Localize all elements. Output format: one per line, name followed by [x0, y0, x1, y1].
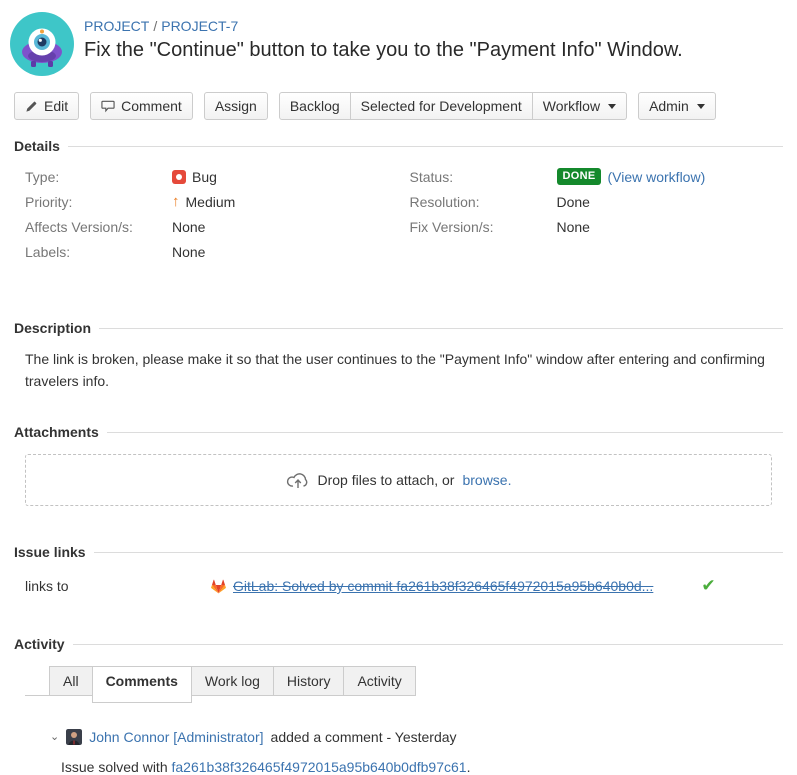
- breadcrumb-project-link[interactable]: PROJECT: [84, 18, 149, 34]
- gitlab-commit-link[interactable]: GitLab: Solved by commit fa261b38f326465…: [233, 578, 653, 594]
- affects-version-label: Affects Version/s:: [14, 219, 172, 235]
- status-label: Status:: [399, 169, 557, 185]
- details-left-column: Type: Bug Priority: ↑ Medium Affects Ver…: [14, 164, 399, 264]
- assign-button-label: Assign: [215, 98, 257, 114]
- comment-bubble-icon: [101, 100, 115, 113]
- edit-button-label: Edit: [44, 98, 68, 114]
- field-status: Status: DONE (View workflow): [399, 164, 784, 189]
- type-label: Type:: [14, 169, 172, 185]
- issue-links-heading: Issue links: [14, 544, 783, 560]
- tab-activity[interactable]: Activity: [343, 666, 415, 696]
- description-heading: Description: [14, 320, 783, 336]
- comment-header: ⌄ John Connor [Administrator] added a co…: [50, 729, 783, 745]
- attachments-section: Attachments Drop files to attach, or bro…: [14, 424, 783, 506]
- comment-button-label: Comment: [121, 98, 182, 114]
- issue-toolbar: Edit Comment Assign Backlog Selected for…: [0, 76, 797, 124]
- tab-history[interactable]: History: [273, 666, 345, 696]
- priority-label: Priority:: [14, 194, 172, 210]
- attachments-heading: Attachments: [14, 424, 783, 440]
- fix-version-value: None: [557, 219, 590, 235]
- priority-medium-icon: ↑: [172, 194, 180, 209]
- tab-lead-line: [25, 666, 50, 696]
- affects-version-value: None: [172, 219, 205, 235]
- comment-body: Issue solved with fa261b38f326465f497201…: [61, 759, 783, 775]
- gitlab-icon: [210, 578, 227, 594]
- pencil-icon: [25, 100, 38, 113]
- description-text: The link is broken, please make it so th…: [25, 348, 775, 392]
- browse-link[interactable]: browse.: [462, 472, 511, 488]
- issue-links-section: Issue links links to GitLab: Solved by c…: [14, 544, 783, 596]
- selected-for-development-label: Selected for Development: [361, 98, 522, 114]
- dropzone-text: Drop files to attach, or: [318, 472, 455, 488]
- activity-section: Activity All Comments Work log History A…: [14, 636, 783, 775]
- type-value: Bug: [192, 169, 217, 185]
- admin-dropdown-label: Admin: [649, 98, 689, 114]
- issue-header: PROJECT/PROJECT-7 Fix the "Continue" but…: [0, 0, 797, 76]
- labels-label: Labels:: [14, 244, 172, 260]
- attachment-dropzone[interactable]: Drop files to attach, or browse.: [25, 454, 772, 506]
- comment-button[interactable]: Comment: [90, 92, 193, 120]
- upload-cloud-icon: [286, 470, 310, 490]
- activity-heading: Activity: [14, 636, 783, 652]
- field-labels: Labels: None: [14, 239, 399, 264]
- comment-author-link[interactable]: John Connor [Administrator]: [89, 729, 263, 745]
- comment-text-suffix: .: [467, 759, 471, 775]
- field-fix-version: Fix Version/s: None: [399, 214, 784, 239]
- field-affects-version: Affects Version/s: None: [14, 214, 399, 239]
- tab-all[interactable]: All: [49, 666, 93, 696]
- comment-meta: added a comment - Yesterday: [271, 729, 457, 745]
- fix-version-label: Fix Version/s:: [399, 219, 557, 235]
- issue-link-row: links to GitLab: Solved by commit fa261b…: [25, 576, 783, 596]
- field-type: Type: Bug: [14, 164, 399, 189]
- page-title: Fix the "Continue" button to take you to…: [84, 39, 683, 62]
- backlog-button-label: Backlog: [290, 98, 340, 114]
- workflow-dropdown-label: Workflow: [543, 98, 600, 114]
- breadcrumb: PROJECT/PROJECT-7: [84, 18, 683, 34]
- resolution-label: Resolution:: [399, 194, 557, 210]
- priority-value: Medium: [186, 194, 236, 210]
- chevron-down-icon: [608, 104, 616, 109]
- activity-tabs: All Comments Work log History Activity: [25, 666, 783, 703]
- admin-dropdown-button[interactable]: Admin: [638, 92, 716, 120]
- details-right-column: Status: DONE (View workflow) Resolution:…: [399, 164, 784, 264]
- backlog-button[interactable]: Backlog: [279, 92, 351, 120]
- edit-button[interactable]: Edit: [14, 92, 79, 120]
- comment-text: Issue solved with: [61, 759, 168, 775]
- labels-value: None: [172, 244, 205, 260]
- assign-button[interactable]: Assign: [204, 92, 268, 120]
- view-workflow-link[interactable]: (View workflow): [607, 169, 705, 185]
- bug-icon: [172, 170, 186, 184]
- selected-for-development-button[interactable]: Selected for Development: [351, 92, 533, 120]
- breadcrumb-separator: /: [149, 18, 161, 34]
- resolved-check-icon: ✔: [701, 576, 715, 596]
- resolution-value: Done: [557, 194, 590, 210]
- tab-comments[interactable]: Comments: [92, 666, 192, 703]
- tab-work-log[interactable]: Work log: [191, 666, 274, 696]
- status-badge: DONE: [557, 168, 602, 185]
- project-avatar: [10, 12, 74, 76]
- workflow-dropdown-button[interactable]: Workflow: [533, 92, 627, 120]
- breadcrumb-issue-link[interactable]: PROJECT-7: [161, 18, 238, 34]
- chevron-down-icon: [697, 104, 705, 109]
- commit-hash-link[interactable]: fa261b38f326465f4972015a95b640b0dfb97c61: [172, 759, 467, 775]
- details-heading: Details: [14, 138, 783, 154]
- workflow-button-group: Backlog Selected for Development Workflo…: [279, 92, 627, 120]
- field-priority: Priority: ↑ Medium: [14, 189, 399, 214]
- collapse-chevron-icon[interactable]: ⌄: [50, 732, 59, 743]
- description-section: Description The link is broken, please m…: [14, 320, 783, 392]
- details-section: Details Type: Bug Priority: ↑ Medium Aff…: [14, 138, 783, 264]
- issue-link-relation: links to: [25, 578, 210, 594]
- user-avatar: [66, 729, 82, 745]
- field-resolution: Resolution: Done: [399, 189, 784, 214]
